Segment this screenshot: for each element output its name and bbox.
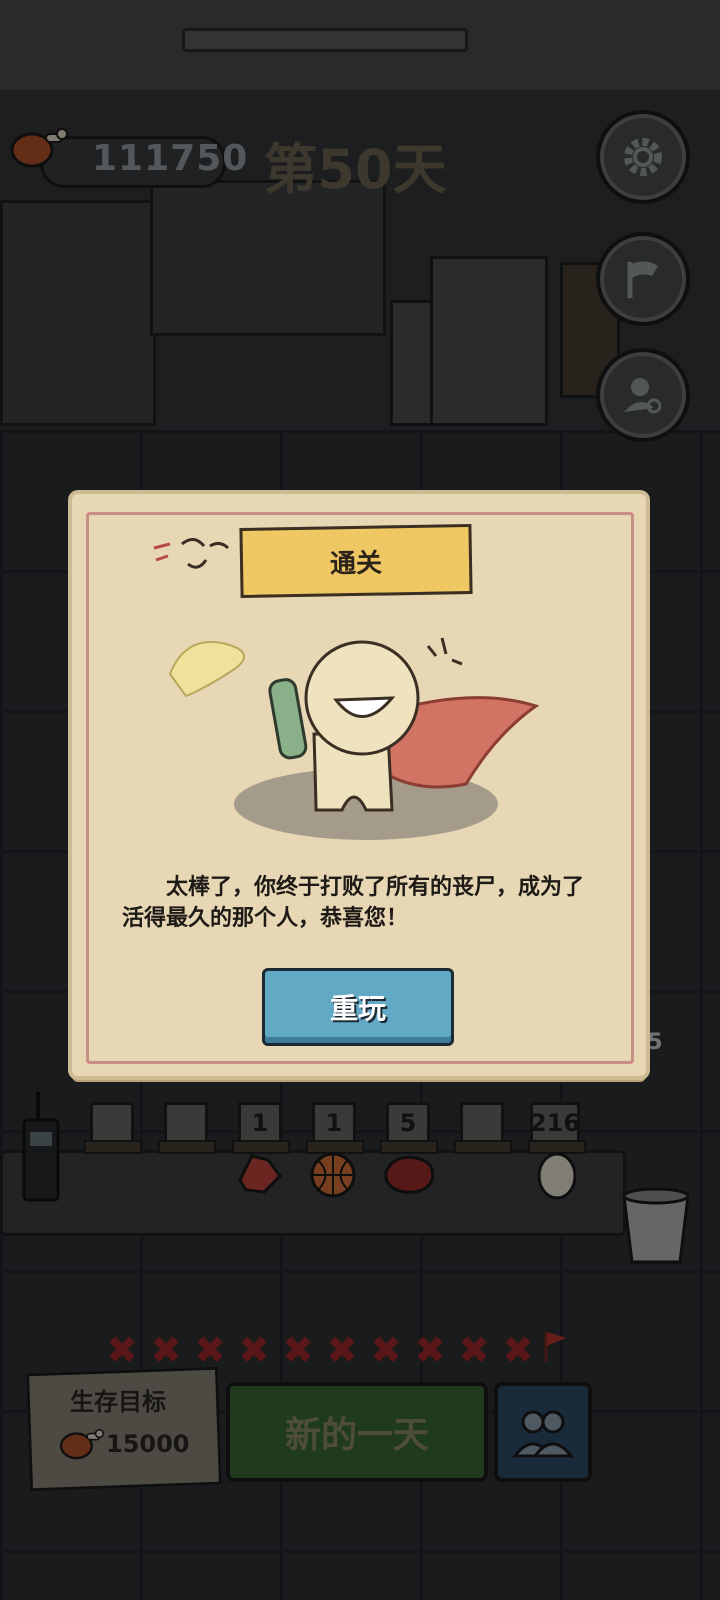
doodle-face-icon xyxy=(153,538,230,569)
replay-label: 重玩 xyxy=(329,992,386,1025)
replay-button[interactable]: 重玩 xyxy=(262,968,454,1046)
dialog-message: 太棒了，你终于打败了所有的丧尸，成为了活得最久的那个人，恭喜您！ xyxy=(122,875,585,931)
level-clear-dialog: 通关 太棒了，你终于打败了所有的丧尸，成为了活得最久的那个人，恭喜您！ 重玩 xyxy=(72,494,646,1076)
celebration-illustration xyxy=(168,637,540,840)
dialog-title-banner: 通关 xyxy=(239,523,473,599)
dialog-title: 通关 xyxy=(329,548,383,579)
